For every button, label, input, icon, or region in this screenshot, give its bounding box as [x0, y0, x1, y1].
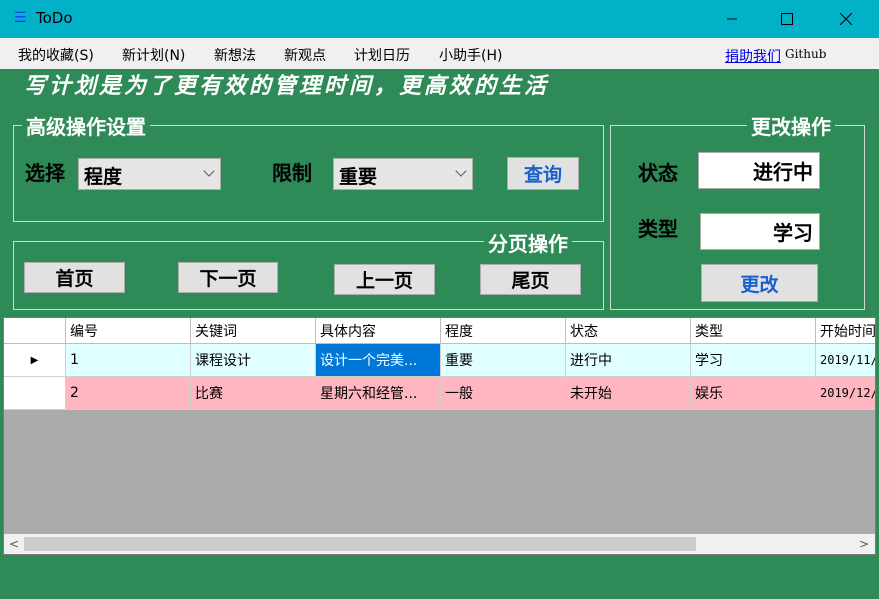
table-cell[interactable]: 星期六和经管...	[316, 377, 441, 410]
table-cell[interactable]: 2019/11/	[816, 344, 875, 377]
data-grid[interactable]: 编号 关键词 具体内容 程度 状态 类型 开始时间 ▶ 1 课程设计 设计一个完…	[3, 317, 876, 555]
status-label: 状态	[638, 161, 678, 185]
table-cell-selected[interactable]: 设计一个完美...	[316, 344, 441, 377]
first-page-button[interactable]: 首页	[24, 262, 125, 293]
table-header: 编号 关键词 具体内容 程度 状态 类型 开始时间	[4, 318, 875, 344]
menu-new-plan[interactable]: 新计划(N)	[122, 45, 185, 65]
column-header[interactable]: 开始时间	[816, 318, 875, 344]
column-header[interactable]: 编号	[66, 318, 191, 344]
row-header[interactable]	[4, 377, 66, 410]
title-bar: ☰ ToDo	[0, 0, 879, 38]
close-button[interactable]	[817, 0, 875, 38]
query-button[interactable]: 查询	[507, 157, 579, 190]
row-header-corner	[4, 318, 66, 344]
advanced-settings-title: 高级操作设置	[22, 111, 150, 140]
donate-link[interactable]: 捐助我们	[725, 46, 781, 66]
column-header[interactable]: 状态	[566, 318, 691, 344]
type-field[interactable]: 学习	[700, 213, 820, 250]
column-header[interactable]: 类型	[691, 318, 816, 344]
column-header[interactable]: 具体内容	[316, 318, 441, 344]
chevron-down-icon	[455, 165, 467, 177]
table-cell[interactable]: 娱乐	[691, 377, 816, 410]
close-icon	[840, 13, 852, 25]
last-page-button[interactable]: 尾页	[480, 264, 581, 295]
table-cell[interactable]: 1	[66, 344, 191, 377]
change-title: 更改操作	[747, 111, 835, 140]
horizontal-scrollbar[interactable]: < >	[4, 534, 875, 554]
table-cell[interactable]: 比赛	[191, 377, 316, 410]
menu-new-idea[interactable]: 新想法	[214, 45, 256, 65]
column-header[interactable]: 程度	[441, 318, 566, 344]
table-cell[interactable]: 2	[66, 377, 191, 410]
table-cell[interactable]: 未开始	[566, 377, 691, 410]
minimize-icon	[727, 18, 737, 20]
next-page-button[interactable]: 下一页	[178, 262, 278, 293]
table-cell[interactable]: 课程设计	[191, 344, 316, 377]
scrollbar-thumb[interactable]	[24, 537, 696, 551]
maximize-icon	[781, 13, 793, 25]
table-cell[interactable]: 2019/12/	[816, 377, 875, 410]
menu-bar: 我的收藏(S) 新计划(N) 新想法 新观点 计划日历 小助手(H) 捐助我们 …	[0, 38, 879, 69]
menu-new-view[interactable]: 新观点	[284, 45, 326, 65]
limit-label: 限制	[272, 161, 312, 185]
table-row[interactable]: 2 比赛 星期六和经管... 一般 未开始 娱乐 2019/12/	[4, 377, 875, 410]
select-dropdown-value: 程度	[84, 166, 123, 188]
minimize-button[interactable]	[703, 0, 761, 38]
paging-title: 分页操作	[484, 228, 572, 257]
chevron-right-icon[interactable]: >	[859, 537, 869, 551]
status-field[interactable]: 进行中	[698, 152, 820, 189]
window-title: ToDo	[36, 9, 73, 27]
prev-page-button[interactable]: 上一页	[334, 264, 435, 295]
select-dropdown[interactable]: 程度	[78, 158, 221, 190]
limit-dropdown[interactable]: 重要	[333, 158, 473, 190]
limit-dropdown-value: 重要	[339, 166, 378, 188]
current-row-marker-icon[interactable]: ▶	[4, 344, 66, 377]
table-cell[interactable]: 一般	[441, 377, 566, 410]
table-cell[interactable]: 重要	[441, 344, 566, 377]
github-panel: 捐助我们 Github	[723, 42, 836, 69]
menu-helper[interactable]: 小助手(H)	[439, 45, 502, 65]
maximize-button[interactable]	[758, 0, 816, 38]
slogan: 写计划是为了更有效的管理时间，更高效的生活	[24, 73, 550, 99]
select-label: 选择	[25, 161, 65, 185]
table-cell[interactable]: 进行中	[566, 344, 691, 377]
type-label: 类型	[638, 217, 678, 241]
menu-favorites[interactable]: 我的收藏(S)	[18, 45, 94, 65]
list-icon: ☰	[14, 10, 27, 26]
column-header[interactable]: 关键词	[191, 318, 316, 344]
chevron-down-icon	[203, 165, 215, 177]
change-button[interactable]: 更改	[701, 264, 818, 302]
github-label[interactable]: Github	[785, 47, 826, 61]
menu-plan-calendar[interactable]: 计划日历	[354, 45, 410, 65]
table-cell[interactable]: 学习	[691, 344, 816, 377]
chevron-left-icon[interactable]: <	[9, 537, 19, 551]
table-row[interactable]: ▶ 1 课程设计 设计一个完美... 重要 进行中 学习 2019/11/	[4, 344, 875, 377]
